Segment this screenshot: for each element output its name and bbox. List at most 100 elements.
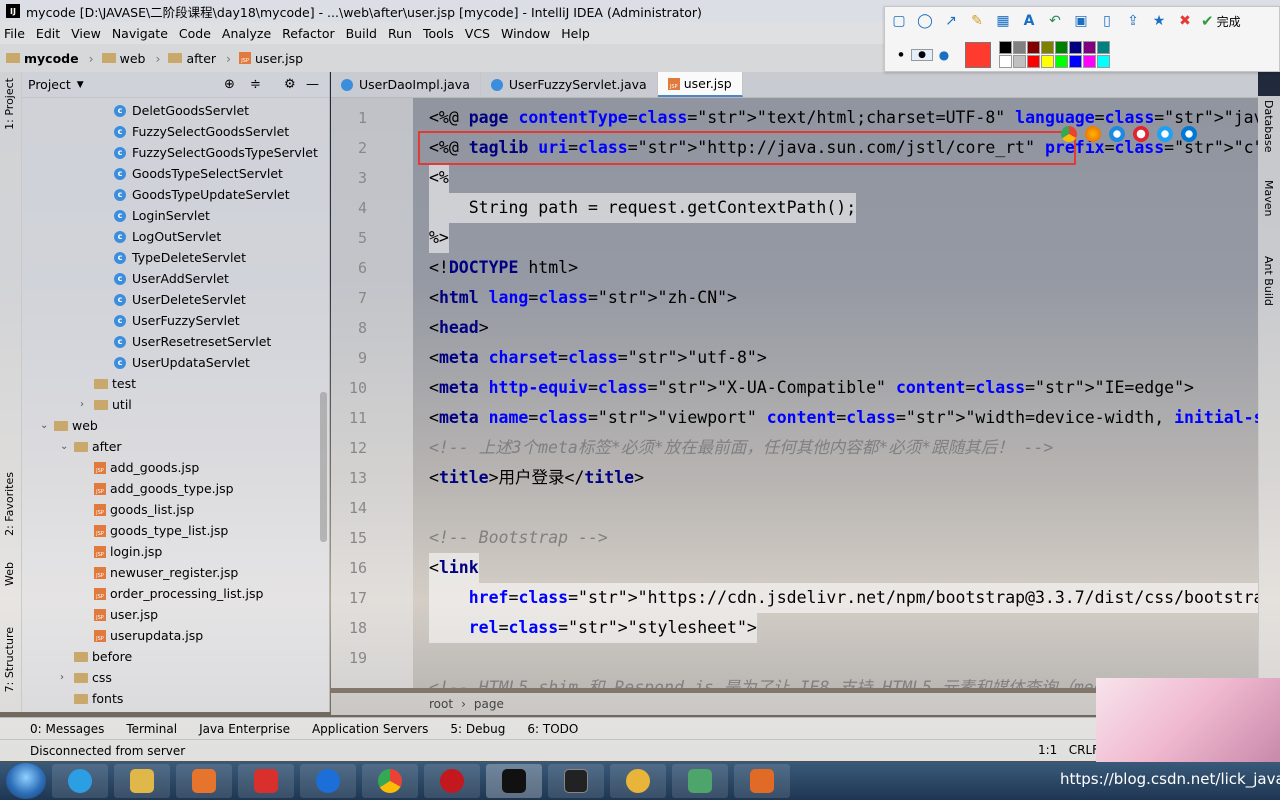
tree-item[interactable]: c FuzzySelectGoodsTypeServlet: [22, 142, 330, 163]
color-swatch[interactable]: [1097, 55, 1110, 68]
hide-icon[interactable]: —: [306, 77, 319, 92]
locate-icon[interactable]: ⊕: [224, 77, 235, 92]
taskbar-app-k[interactable]: [300, 764, 356, 798]
code-line[interactable]: <meta http-equiv=class="str">"X-UA-Compa…: [429, 373, 1194, 403]
chevron-right-icon[interactable]: ›: [60, 672, 74, 683]
text-tool-icon[interactable]: A: [1019, 11, 1039, 31]
tree-item[interactable]: ⌄ after: [22, 436, 330, 457]
ellipse-tool-icon[interactable]: ◯: [915, 11, 935, 31]
code-line[interactable]: <link: [429, 553, 479, 583]
taskbar-app-media[interactable]: [176, 764, 232, 798]
project-scrollbar[interactable]: [320, 392, 327, 542]
menu-tools[interactable]: Tools: [423, 26, 454, 41]
tree-item[interactable]: JSP newuser_register.jsp: [22, 562, 330, 583]
tree-item[interactable]: c UserResetresetServlet: [22, 331, 330, 352]
code-line[interactable]: <!-- HTML5 shim 和 Respond.js 是为了让 IE8 支持…: [429, 673, 1153, 688]
color-swatch[interactable]: [1027, 41, 1040, 54]
chevron-down-icon[interactable]: ⌄: [40, 420, 54, 431]
collapse-all-icon[interactable]: ≑: [250, 77, 261, 92]
code-line[interactable]: <meta charset=class="str">"utf-8">: [429, 343, 767, 373]
menu-help[interactable]: Help: [561, 26, 590, 41]
taskbar-app-intellij[interactable]: [486, 764, 542, 798]
taskbar-app-green[interactable]: [672, 764, 728, 798]
code-line[interactable]: %>: [429, 223, 449, 253]
tree-item[interactable]: c LoginServlet: [22, 205, 330, 226]
web-tool-tab[interactable]: Web: [3, 562, 16, 586]
code-line[interactable]: <!-- Bootstrap -->: [429, 523, 608, 553]
tree-item[interactable]: c TypeDeleteServlet: [22, 247, 330, 268]
tree-item[interactable]: c GoodsTypeSelectServlet: [22, 163, 330, 184]
close-icon[interactable]: ✖: [1175, 11, 1195, 31]
color-swatch[interactable]: [1055, 41, 1068, 54]
color-swatch[interactable]: [1041, 55, 1054, 68]
menu-analyze[interactable]: Analyze: [222, 26, 271, 41]
nav-web[interactable]: web: [101, 51, 145, 66]
tree-item[interactable]: JSP user.jsp: [22, 604, 330, 625]
code-line[interactable]: <html lang=class="str">"zh-CN">: [429, 283, 737, 313]
menu-vcs[interactable]: VCS: [465, 26, 490, 41]
safari-icon[interactable]: [1109, 126, 1125, 142]
taskbar-app-netease[interactable]: [424, 764, 480, 798]
tree-item[interactable]: JSP userupdata.jsp: [22, 625, 330, 646]
color-swatch[interactable]: [1083, 41, 1096, 54]
taskbar-app-cmd[interactable]: [548, 764, 604, 798]
edge-icon[interactable]: [1181, 126, 1197, 142]
taskbar-app-qq[interactable]: [52, 764, 108, 798]
tree-item[interactable]: c UserFuzzyServlet: [22, 310, 330, 331]
gear-icon[interactable]: ⚙: [284, 77, 296, 92]
tree-item[interactable]: c LogOutServlet: [22, 226, 330, 247]
firefox-icon[interactable]: [1085, 126, 1101, 142]
chevron-right-icon[interactable]: ›: [80, 399, 94, 410]
share-icon[interactable]: ⇪: [1123, 11, 1143, 31]
chrome-icon[interactable]: [1061, 126, 1077, 142]
color-swatch[interactable]: [1083, 55, 1096, 68]
breadcrumb-root[interactable]: root: [429, 697, 453, 711]
tool-window-tab[interactable]: Application Servers: [312, 722, 428, 736]
color-swatch[interactable]: [1027, 55, 1040, 68]
code-line[interactable]: <title>用户登录</title>: [429, 463, 644, 493]
maven-tool-tab[interactable]: Maven: [1262, 180, 1275, 216]
tree-item[interactable]: JSP add_goods_type.jsp: [22, 478, 330, 499]
taskbar-app-matlab[interactable]: [734, 764, 790, 798]
code-line[interactable]: <meta name=class="str">"viewport" conten…: [429, 403, 1258, 433]
pen-tool-icon[interactable]: ✎: [967, 11, 987, 31]
editor-tab[interactable]: UserFuzzyServlet.java: [481, 72, 658, 97]
favorites-tool-tab[interactable]: 2: Favorites: [3, 472, 16, 536]
code-line[interactable]: String path = request.getContextPath();: [429, 193, 857, 223]
editor-tab[interactable]: UserDaoImpl.java: [331, 72, 481, 97]
tool-window-tab[interactable]: 6: TODO: [527, 722, 578, 736]
taskbar-app-explorer[interactable]: [114, 764, 170, 798]
tree-item[interactable]: c GoodsTypeUpdateServlet: [22, 184, 330, 205]
tree-item[interactable]: ⌄ web: [22, 415, 330, 436]
chevron-down-icon[interactable]: ⌄: [60, 441, 74, 452]
start-button[interactable]: [6, 763, 46, 799]
breadcrumb-page[interactable]: page: [474, 697, 504, 711]
database-tool-tab[interactable]: Database: [1262, 100, 1275, 153]
tree-item[interactable]: › css: [22, 667, 330, 688]
menu-view[interactable]: View: [71, 26, 101, 41]
favorite-icon[interactable]: ★: [1149, 11, 1169, 31]
menu-file[interactable]: File: [4, 26, 25, 41]
color-swatch[interactable]: [1013, 41, 1026, 54]
tree-item[interactable]: test: [22, 373, 330, 394]
color-swatch[interactable]: [999, 41, 1012, 54]
arrow-tool-icon[interactable]: ↗: [941, 11, 961, 31]
ant-build-tool-tab[interactable]: Ant Build: [1262, 256, 1275, 306]
taskbar-app-navicat[interactable]: [610, 764, 666, 798]
tree-item[interactable]: JSP add_goods.jsp: [22, 457, 330, 478]
done-button[interactable]: ✔ 完成: [1201, 12, 1241, 30]
opera-icon[interactable]: [1133, 126, 1149, 142]
tree-item[interactable]: JSP goods_list.jsp: [22, 499, 330, 520]
taskbar-app-chrome[interactable]: [362, 764, 418, 798]
color-swatch[interactable]: [1013, 55, 1026, 68]
code-editor[interactable]: 1 2 3 4 5 6 7 8 9 10 11 12 13 14 15 16 17 18 19 <%@ page c…: [331, 98, 1258, 688]
tree-item[interactable]: JSP login.jsp: [22, 541, 330, 562]
menu-navigate[interactable]: Navigate: [112, 26, 168, 41]
editor-tab[interactable]: JSP user.jsp: [657, 72, 743, 97]
tree-item[interactable]: JSP goods_type_list.jsp: [22, 520, 330, 541]
mosaic-tool-icon[interactable]: ▦: [993, 11, 1013, 31]
code-line[interactable]: rel=class="str">"stylesheet">: [429, 613, 757, 643]
color-swatch[interactable]: [1055, 55, 1068, 68]
color-swatch[interactable]: [999, 55, 1012, 68]
tool-window-tab[interactable]: 5: Debug: [450, 722, 505, 736]
